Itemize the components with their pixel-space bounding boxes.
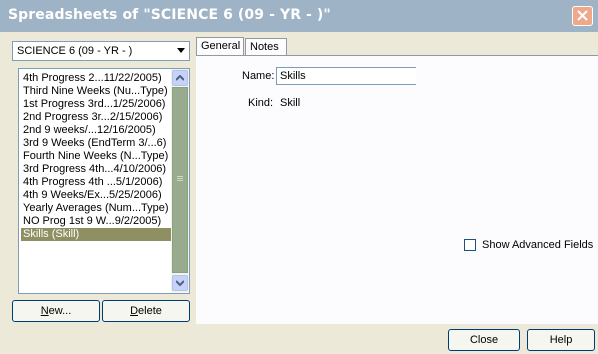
list-item[interactable]: 4th Progress 4th ...5/1/2006) bbox=[23, 176, 162, 189]
list-item[interactable]: Third Nine Weeks (Nu...Type) bbox=[23, 85, 168, 98]
help-button-label: Help bbox=[549, 334, 573, 346]
spreadsheet-pane: SCIENCE 6 (09 - YR - ) 4th Progress 2...… bbox=[0, 32, 196, 324]
list-scrollbar[interactable] bbox=[171, 69, 189, 293]
scroll-thumb[interactable] bbox=[172, 87, 188, 273]
scroll-up-button[interactable] bbox=[172, 70, 188, 86]
combo-arrow-button[interactable] bbox=[173, 42, 189, 60]
new-button-label: New... bbox=[40, 305, 72, 317]
list-item[interactable]: 1st Progress 3rd...1/25/2006) bbox=[23, 98, 165, 111]
show-advanced-checkbox[interactable] bbox=[464, 239, 476, 251]
name-field[interactable]: Skills bbox=[276, 67, 416, 85]
close-button-label: Close bbox=[469, 334, 499, 346]
general-panel: Name: Skills Kind: Skill Show Advanced F… bbox=[196, 55, 598, 324]
spreadsheet-list[interactable]: 4th Progress 2...11/22/2005) Third Nine W… bbox=[18, 68, 190, 294]
kind-value: Skill bbox=[280, 97, 301, 109]
chevron-up-icon bbox=[176, 75, 184, 81]
class-selector-dropdown[interactable]: SCIENCE 6 (09 - YR - ) bbox=[12, 41, 190, 61]
window-title: Spreadsheets of "SCIENCE 6 (09 - YR - )" bbox=[8, 7, 331, 23]
list-item[interactable]: 3rd Progress 4th...4/10/2006) bbox=[23, 163, 166, 176]
list-item[interactable]: NO Prog 1st 9 W...9/2/2005) bbox=[23, 215, 161, 228]
dialog-button-bar: Close Help bbox=[0, 324, 598, 354]
list-item[interactable]: 3rd 9 Weeks (EndTerm 3/...6) bbox=[23, 137, 166, 150]
close-button[interactable]: Close bbox=[448, 329, 520, 351]
tab-notes-label: Notes bbox=[250, 41, 279, 53]
help-button[interactable]: Help bbox=[527, 329, 595, 351]
delete-button[interactable]: Delete bbox=[102, 300, 190, 322]
chevron-down-icon bbox=[176, 280, 184, 286]
scroll-grip bbox=[177, 180, 183, 181]
scroll-grip bbox=[177, 178, 183, 179]
close-icon bbox=[577, 10, 588, 21]
list-item[interactable]: 4th 9 Weeks/Ex...5/25/2006) bbox=[23, 189, 162, 202]
new-button[interactable]: New... bbox=[12, 300, 100, 322]
list-item[interactable]: Yearly Averages (Num...Type) bbox=[23, 202, 169, 215]
name-label: Name: bbox=[242, 70, 275, 82]
delete-button-label: Delete bbox=[130, 305, 162, 317]
scroll-grip bbox=[177, 176, 183, 177]
list-item[interactable]: Fourth Nine Weeks (N...Type) bbox=[23, 150, 168, 163]
show-advanced-label[interactable]: Show Advanced Fields bbox=[482, 239, 593, 251]
chevron-down-icon bbox=[177, 48, 185, 53]
list-item[interactable]: 2nd 9 weeks/...12/16/2005) bbox=[23, 124, 156, 137]
title-bar[interactable]: Spreadsheets of "SCIENCE 6 (09 - YR - )" bbox=[0, 0, 598, 32]
list-item[interactable]: 4th Progress 2...11/22/2005) bbox=[23, 72, 162, 85]
list-item[interactable]: Skills (Skill) bbox=[21, 228, 171, 241]
class-selector-value: SCIENCE 6 (09 - YR - ) bbox=[17, 45, 133, 57]
window-close-button[interactable] bbox=[572, 6, 593, 26]
tab-general-label: General bbox=[201, 40, 241, 52]
kind-label: Kind: bbox=[248, 97, 274, 109]
list-item[interactable]: 2nd Progress 3r...2/15/2006) bbox=[23, 111, 162, 124]
tab-general[interactable]: General bbox=[196, 37, 244, 57]
scroll-down-button[interactable] bbox=[172, 275, 188, 291]
